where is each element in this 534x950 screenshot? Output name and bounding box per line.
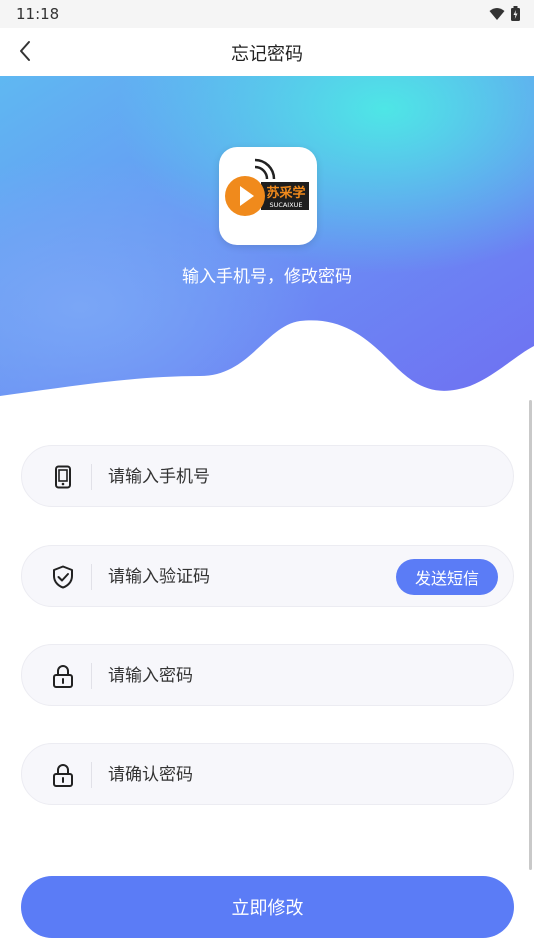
send-sms-button[interactable]: 发送短信 — [396, 559, 498, 595]
field-divider — [91, 464, 92, 490]
phone-input[interactable] — [108, 464, 388, 490]
battery-icon — [511, 6, 520, 25]
phone-icon — [50, 464, 76, 490]
lock-icon — [50, 663, 76, 689]
field-divider — [91, 663, 92, 689]
app-logo: 苏采学 SUCAIXUE — [219, 147, 317, 245]
shield-check-icon — [50, 564, 76, 590]
app-bar: 忘记密码 — [0, 28, 534, 76]
wifi-icon — [489, 6, 505, 25]
phone-field — [21, 445, 514, 507]
hero-subtitle: 输入手机号，修改密码 — [182, 267, 352, 287]
logo-text: 苏采学 — [266, 185, 305, 201]
password-input[interactable] — [108, 663, 388, 689]
submit-button[interactable]: 立即修改 — [21, 876, 514, 938]
status-icons — [489, 6, 520, 25]
code-field: 发送短信 — [21, 545, 514, 607]
field-divider — [91, 564, 92, 590]
status-time: 11:18 — [16, 5, 60, 23]
lock-icon — [50, 762, 76, 788]
page-title: 忘记密码 — [231, 44, 303, 65]
code-input[interactable] — [108, 564, 298, 590]
logo-subtext: SUCAIXUE — [269, 201, 302, 209]
field-divider — [91, 762, 92, 788]
confirm-password-input[interactable] — [108, 762, 388, 788]
scrollbar[interactable] — [529, 400, 532, 870]
password-field — [21, 644, 514, 706]
confirm-password-field — [21, 743, 514, 805]
status-bar: 11:18 — [0, 0, 534, 28]
